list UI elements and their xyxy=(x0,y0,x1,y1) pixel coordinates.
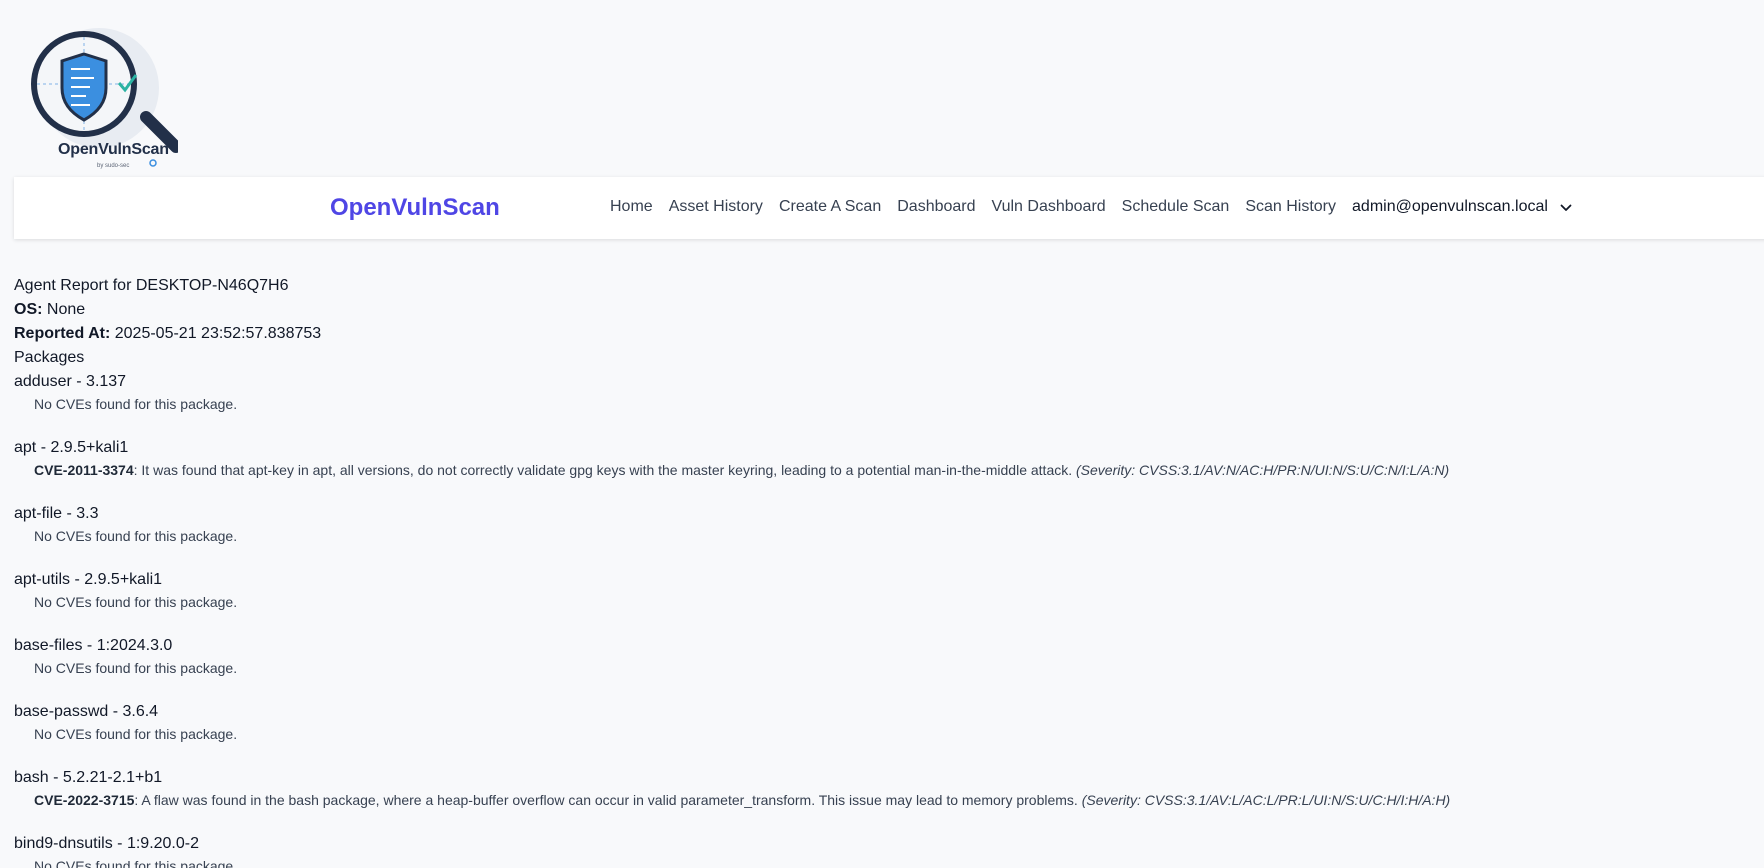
user-email: admin@openvulnscan.local xyxy=(1352,198,1548,215)
logo-subtitle: by sudo-sec xyxy=(97,163,130,169)
package-item: apt-utils - 2.9.5+kali1 No CVEs found fo… xyxy=(14,568,1754,612)
package-item: base-passwd - 3.6.4 No CVEs found for th… xyxy=(14,700,1754,744)
app-logo: OpenVulnScan by sudo-sec xyxy=(28,28,178,173)
package-item: apt-file - 3.3 No CVEs found for this pa… xyxy=(14,502,1754,546)
cve-id: CVE-2011-3374 xyxy=(34,462,134,478)
cve-id: CVE-2022-3715 xyxy=(34,792,135,808)
package-item: adduser - 3.137 No CVEs found for this p… xyxy=(14,370,1754,414)
cve-description: : A flaw was found in the bash package, … xyxy=(134,792,1082,808)
package-item: bash - 5.2.21-2.1+b1 CVE-2022-3715: A fl… xyxy=(14,766,1754,810)
package-item: base-files - 1:2024.3.0 No CVEs found fo… xyxy=(14,634,1754,678)
package-cve: CVE-2011-3374: It was found that apt-key… xyxy=(14,460,1754,480)
cve-description: : It was found that apt-key in apt, all … xyxy=(133,462,1077,478)
report-reported-at: Reported At: 2025-05-21 23:52:57.838753 xyxy=(14,322,1754,346)
page: OpenVulnScan by sudo-sec OpenVulnScan Ho… xyxy=(0,0,1764,868)
package-name: base-passwd - 3.6.4 xyxy=(14,703,159,720)
reported-at-value: 2025-05-21 23:52:57.838753 xyxy=(114,325,322,342)
package-no-cve: No CVEs found for this package. xyxy=(34,660,238,676)
package-no-cve: No CVEs found for this package. xyxy=(34,594,238,610)
agent-report: Agent Report for DESKTOP-N46Q7H6 OS: Non… xyxy=(14,274,1754,868)
package-item: apt - 2.9.5+kali1 CVE-2011-3374: It was … xyxy=(14,436,1754,480)
nav-asset-history[interactable]: Asset History xyxy=(669,198,763,216)
reported-at-label: Reported At: xyxy=(14,325,111,342)
package-name: apt - 2.9.5+kali1 xyxy=(14,439,129,456)
cve-severity: (Severity: CVSS:3.1/AV:L/AC:L/PR:L/UI:N/… xyxy=(1081,792,1451,808)
package-no-cve: No CVEs found for this package. xyxy=(34,528,238,544)
chevron-down-icon xyxy=(1560,204,1572,211)
nav-scan-history[interactable]: Scan History xyxy=(1245,198,1336,216)
package-name: base-files - 1:2024.3.0 xyxy=(14,637,173,654)
nav-vuln-dashboard[interactable]: Vuln Dashboard xyxy=(992,198,1106,216)
package-name: apt-file - 3.3 xyxy=(14,505,99,522)
logo-title: OpenVulnScan xyxy=(58,141,169,158)
nav-schedule-scan[interactable]: Schedule Scan xyxy=(1122,198,1230,216)
package-no-cve: No CVEs found for this package. xyxy=(34,858,238,868)
package-name: bash - 5.2.21-2.1+b1 xyxy=(14,769,163,786)
package-name: apt-utils - 2.9.5+kali1 xyxy=(14,571,163,588)
nav-create-a-scan[interactable]: Create A Scan xyxy=(779,198,881,216)
package-no-cve: No CVEs found for this package. xyxy=(34,726,238,742)
package-no-cve: No CVEs found for this package. xyxy=(34,396,238,412)
package-name: bind9-dnsutils - 1:9.20.0-2 xyxy=(14,835,199,852)
package-item: bind9-dnsutils - 1:9.20.0-2 No CVEs foun… xyxy=(14,832,1754,868)
cve-severity: (Severity: CVSS:3.1/AV:N/AC:H/PR:N/UI:N/… xyxy=(1076,462,1450,478)
os-label: OS: xyxy=(14,301,43,318)
package-name: adduser - 3.137 xyxy=(14,373,127,390)
brand-link[interactable]: OpenVulnScan xyxy=(330,194,500,222)
report-os: OS: None xyxy=(14,298,1754,322)
nav-home[interactable]: Home xyxy=(610,198,653,216)
os-value: None xyxy=(46,301,86,318)
package-cve: CVE-2022-3715: A flaw was found in the b… xyxy=(14,790,1754,810)
nav-links: Home Asset History Create A Scan Dashboa… xyxy=(610,198,1572,216)
navbar: OpenVulnScan Home Asset History Create A… xyxy=(14,177,1764,239)
report-title: Agent Report for DESKTOP-N46Q7H6 xyxy=(14,277,289,294)
nav-dashboard[interactable]: Dashboard xyxy=(897,198,975,216)
packages-heading: Packages xyxy=(14,349,85,366)
user-menu[interactable]: admin@openvulnscan.local xyxy=(1352,198,1572,216)
